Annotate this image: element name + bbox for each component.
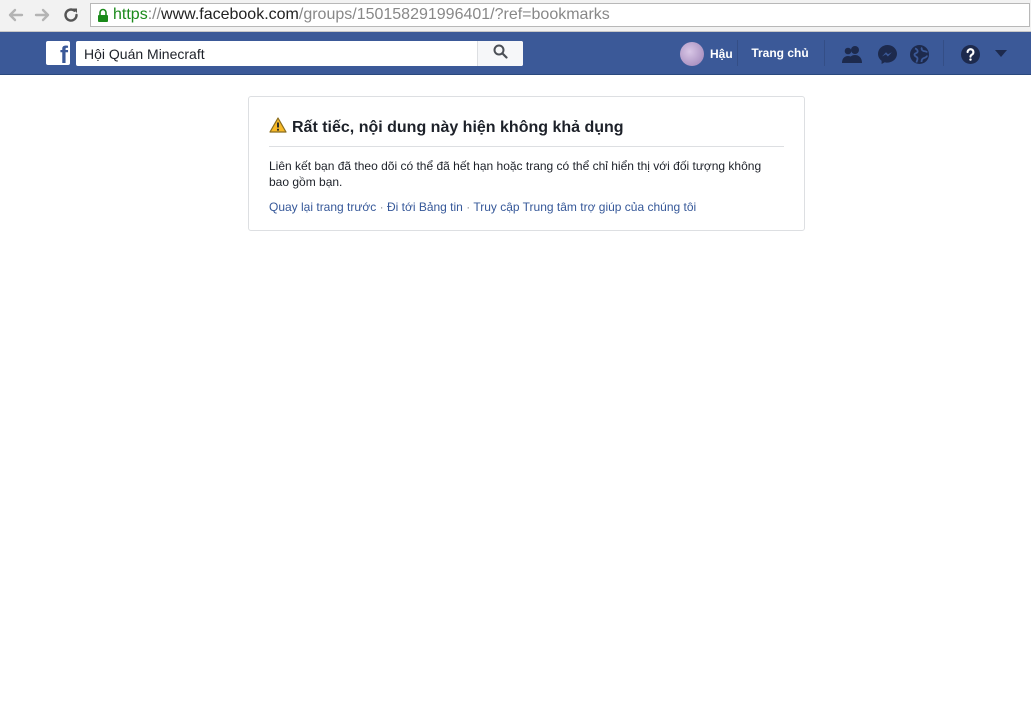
notifications-globe-icon[interactable] [908, 44, 930, 64]
profile-link[interactable]: Hậu [680, 42, 733, 66]
profile-name: Hậu [710, 47, 733, 61]
help-icon[interactable] [959, 44, 981, 64]
search-icon [493, 44, 508, 64]
nav-divider [943, 40, 944, 66]
home-link[interactable]: Trang chủ [740, 46, 820, 60]
messenger-icon[interactable] [876, 44, 898, 64]
search-box [76, 41, 523, 66]
reload-icon[interactable] [60, 4, 82, 26]
forward-arrow-icon[interactable] [32, 4, 54, 26]
back-arrow-icon[interactable] [4, 4, 26, 26]
friend-requests-icon[interactable] [841, 44, 863, 64]
search-button[interactable] [477, 41, 523, 66]
title-divider [269, 146, 784, 147]
newsfeed-link[interactable]: Đi tới Bảng tin [387, 200, 463, 214]
address-bar[interactable]: https://www.facebook.com/groups/15015829… [90, 3, 1030, 27]
content-unavailable-box: Rất tiếc, nội dung này hiện không khả dụ… [248, 96, 805, 231]
lock-icon [97, 8, 109, 23]
facebook-logo-icon[interactable]: f [46, 41, 70, 65]
warning-icon [269, 117, 287, 138]
nav-divider [824, 40, 825, 66]
nav-divider [737, 40, 738, 66]
facebook-header: f Hậu Trang chủ [0, 32, 1031, 75]
link-separator: · [462, 200, 474, 214]
url-scheme: https [113, 6, 148, 23]
help-center-link[interactable]: Truy cập Trung tâm trợ giúp của chúng tô… [473, 200, 696, 214]
url-host: www.facebook.com [161, 6, 299, 23]
account-menu-chevron-down-icon[interactable] [990, 44, 1012, 64]
error-links: Quay lại trang trước · Đi tới Bảng tin ·… [269, 200, 696, 214]
browser-toolbar: https://www.facebook.com/groups/15015829… [0, 0, 1031, 32]
error-title: Rất tiếc, nội dung này hiện không khả dụ… [292, 118, 624, 136]
url-separator: :// [147, 6, 162, 23]
link-separator: · [376, 200, 387, 214]
avatar [680, 42, 704, 66]
go-back-link[interactable]: Quay lại trang trước [269, 200, 376, 214]
error-message: Liên kết bạn đã theo dõi có thể đã hết h… [269, 159, 762, 189]
search-input[interactable] [76, 41, 477, 66]
url-path: /groups/150158291996401/?ref=bookmarks [298, 6, 610, 23]
error-header: Rất tiếc, nội dung này hiện không khả dụ… [269, 117, 624, 138]
